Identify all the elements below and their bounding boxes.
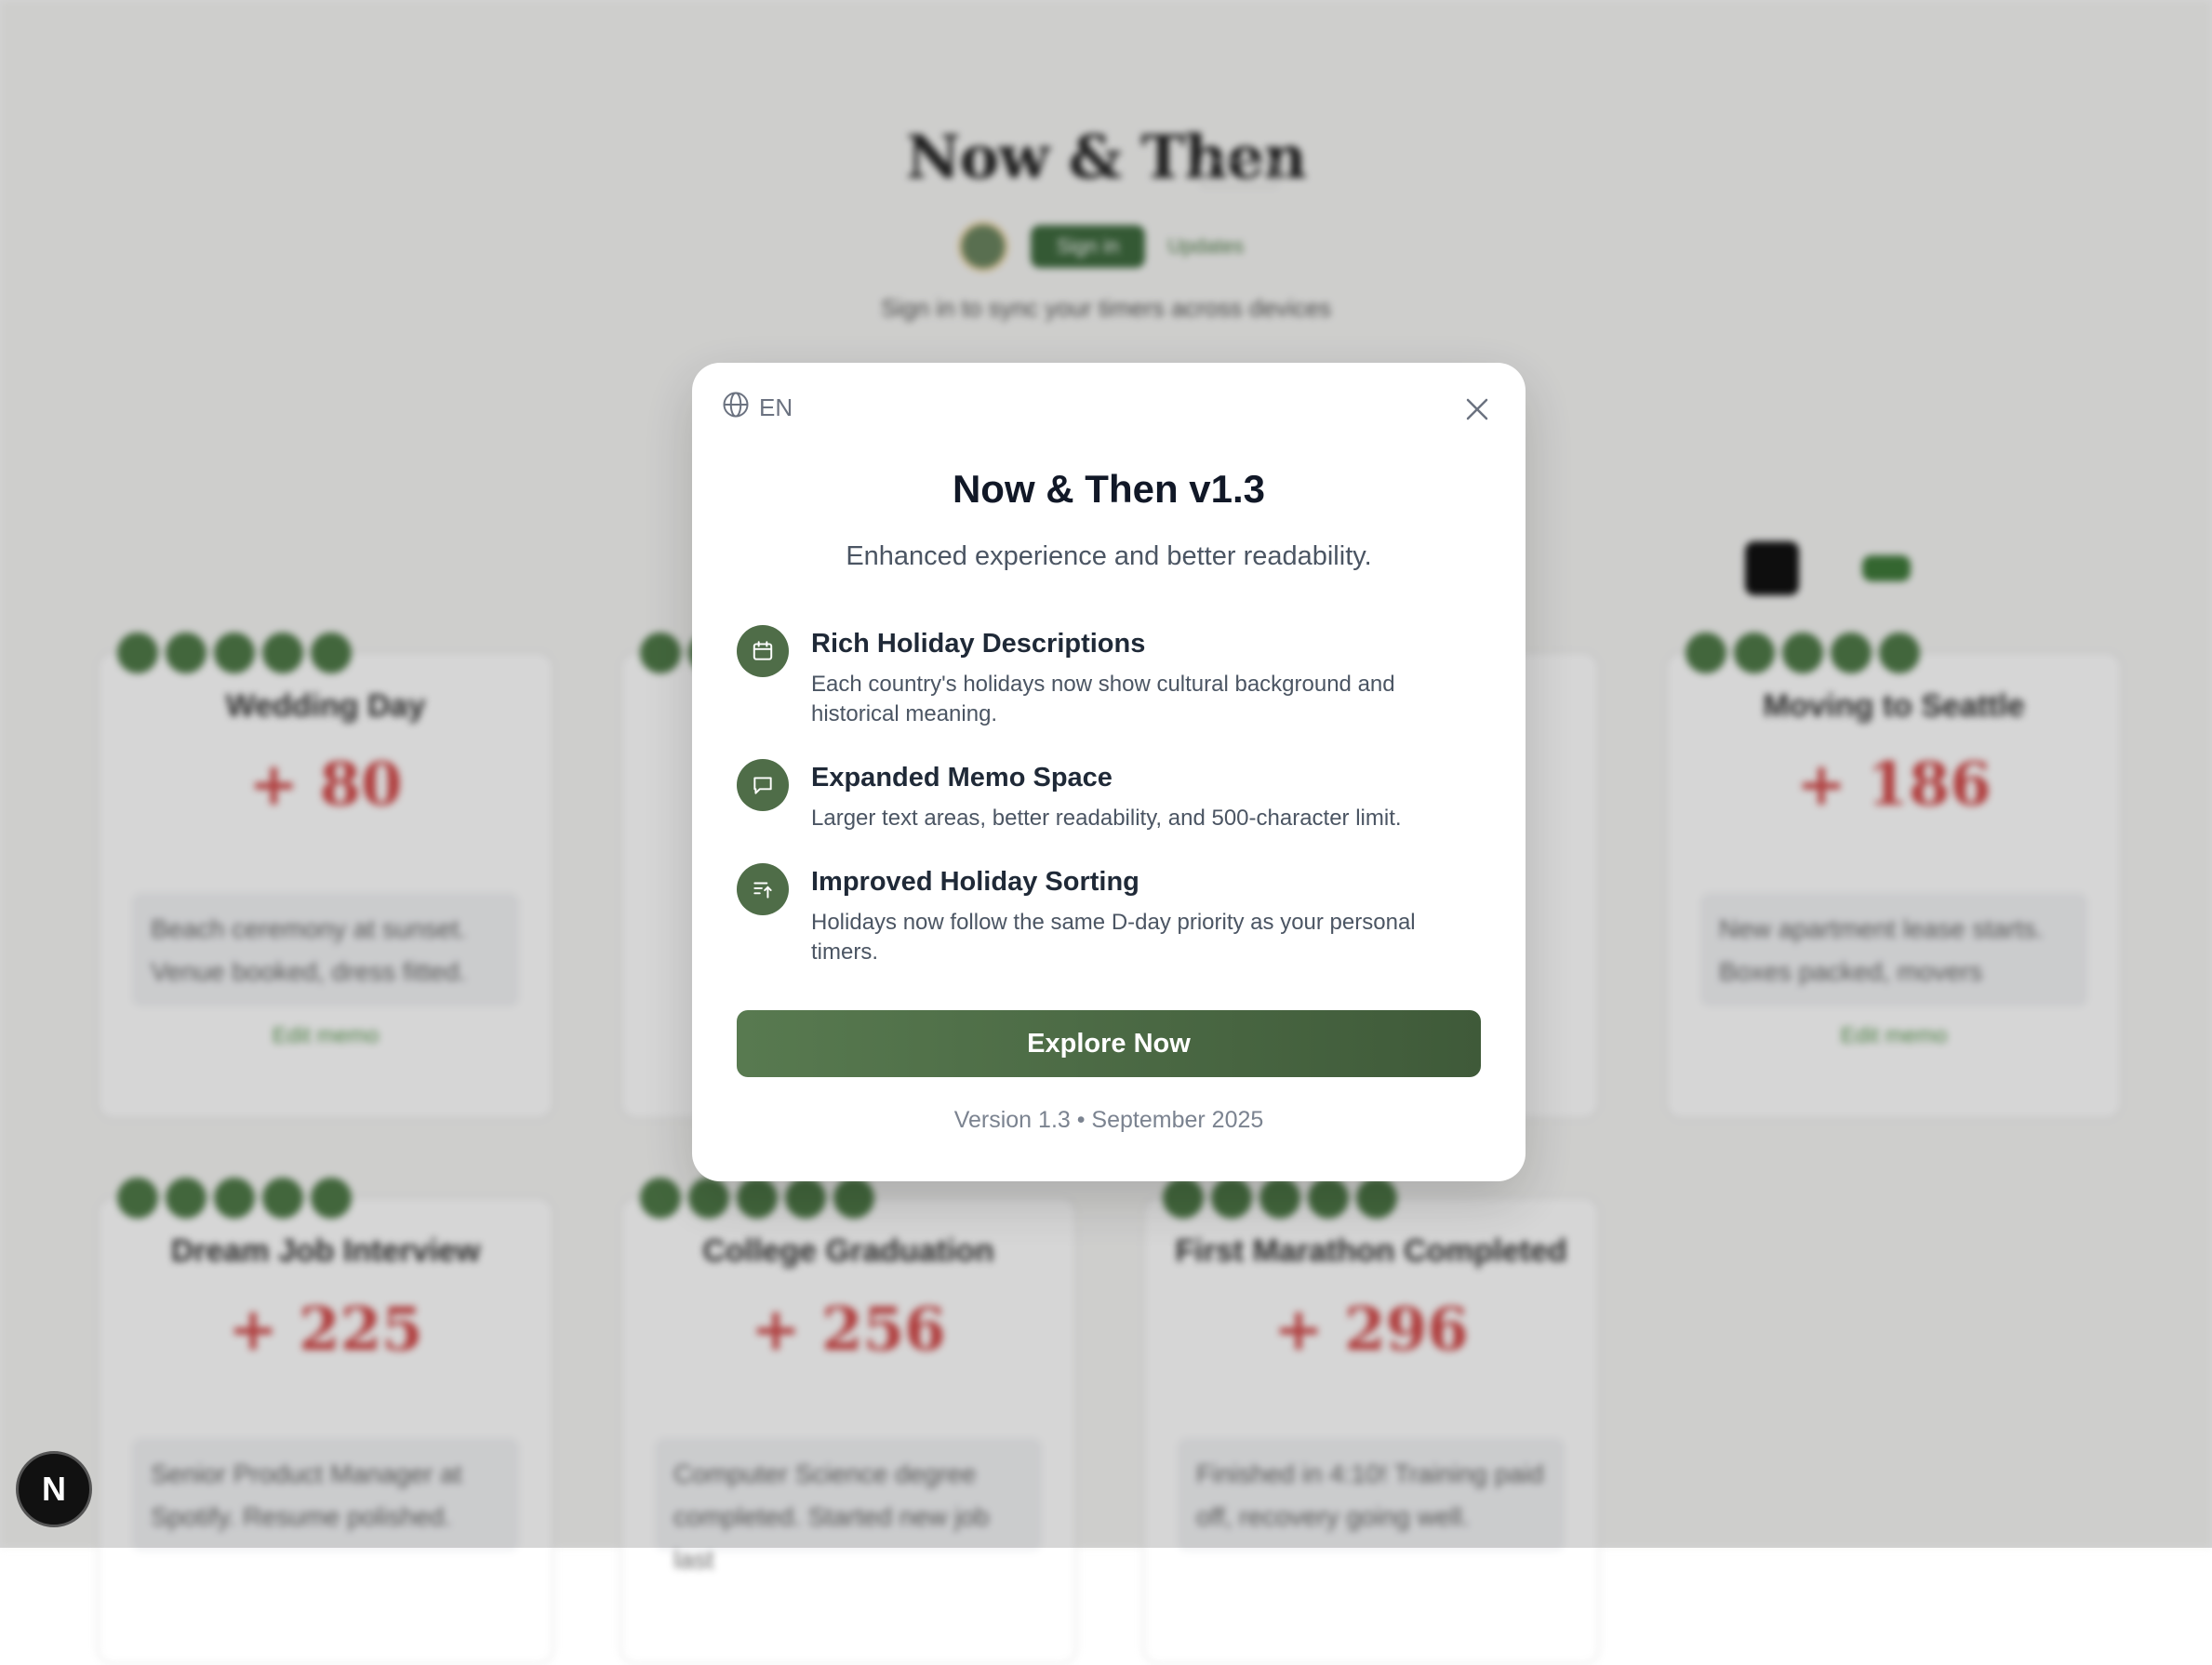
modal-subtitle: Enhanced experience and better readabili… [846,541,1372,571]
next-logo-icon: N [42,1470,66,1508]
feature-description: Each country's holidays now show cultura… [811,672,1395,726]
feature-description: Holidays now follow the same D-day prior… [811,910,1416,965]
feature-item: Rich Holiday Descriptions Each country's… [737,625,1472,729]
explore-now-button[interactable]: Explore Now [737,1010,1481,1077]
version-text: Version 1.3 • September 2025 [953,1107,1264,1133]
sort-icon [737,863,789,915]
feature-item: Expanded Memo Space Larger text areas, b… [737,759,1472,833]
feature-title: Rich Holiday Descriptions [811,629,1146,659]
modal-title: Now & Then v1.3 [952,467,1266,511]
language-toggle[interactable]: EN [722,391,793,425]
calendar-icon [737,625,789,677]
feature-item: Improved Holiday Sorting Holidays now fo… [737,863,1472,967]
globe-icon [722,391,750,425]
close-button[interactable] [1457,391,1498,432]
feature-description: Larger text areas, better readability, a… [811,806,1402,831]
message-icon [737,759,789,811]
nextjs-devtools-button[interactable]: N [16,1451,92,1527]
close-icon [1463,395,1491,428]
feature-title: Improved Holiday Sorting [811,867,1139,897]
whats-new-modal: EN Now & Then v1.3 Enhanced experience a… [692,363,1526,1181]
language-label: EN [759,393,793,421]
feature-title: Expanded Memo Space [811,763,1113,793]
